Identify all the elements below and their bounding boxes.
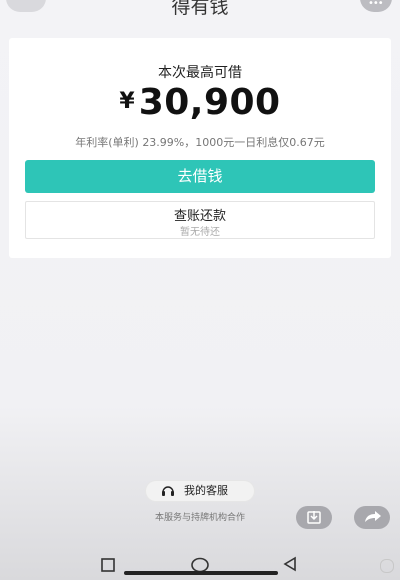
share-icon — [365, 511, 381, 522]
recent-apps-icon[interactable] — [100, 557, 116, 573]
more-icon: ••• — [368, 0, 384, 9]
loan-card: 本次最高可借 ¥30,900 年利率(单利) 23.99%，1000元一日利息仅… — [9, 38, 391, 258]
loan-amount: ¥30,900 — [9, 82, 391, 123]
share-button[interactable] — [354, 506, 390, 529]
currency-symbol: ¥ — [119, 89, 135, 114]
repay-status: 暂无待还 — [180, 227, 220, 238]
top-bar: × 得有钱 ••• — [0, 0, 400, 30]
page-title: 得有钱 — [171, 0, 229, 18]
repay-button[interactable]: 查账还款 暂无待还 — [25, 201, 375, 239]
download-icon — [307, 511, 321, 524]
download-button[interactable] — [296, 506, 332, 529]
borrow-button[interactable]: 去借钱 — [25, 160, 375, 193]
back-icon[interactable] — [282, 556, 298, 572]
assist-dot-icon — [380, 559, 394, 573]
system-nav-bar — [0, 553, 400, 580]
customer-service-label: 我的客服 — [184, 484, 228, 497]
home-indicator — [124, 571, 278, 575]
repay-title: 查账还款 — [173, 209, 226, 224]
headset-icon — [161, 481, 175, 501]
customer-service-button[interactable]: 我的客服 — [146, 481, 254, 501]
max-loan-heading: 本次最高可借 — [158, 65, 242, 81]
partner-note: 本服务与持牌机构合作 — [154, 513, 245, 523]
interest-rate-text: 年利率(单利) 23.99%，1000元一日利息仅0.67元 — [75, 136, 325, 149]
amount-value: 30,900 — [138, 82, 281, 123]
